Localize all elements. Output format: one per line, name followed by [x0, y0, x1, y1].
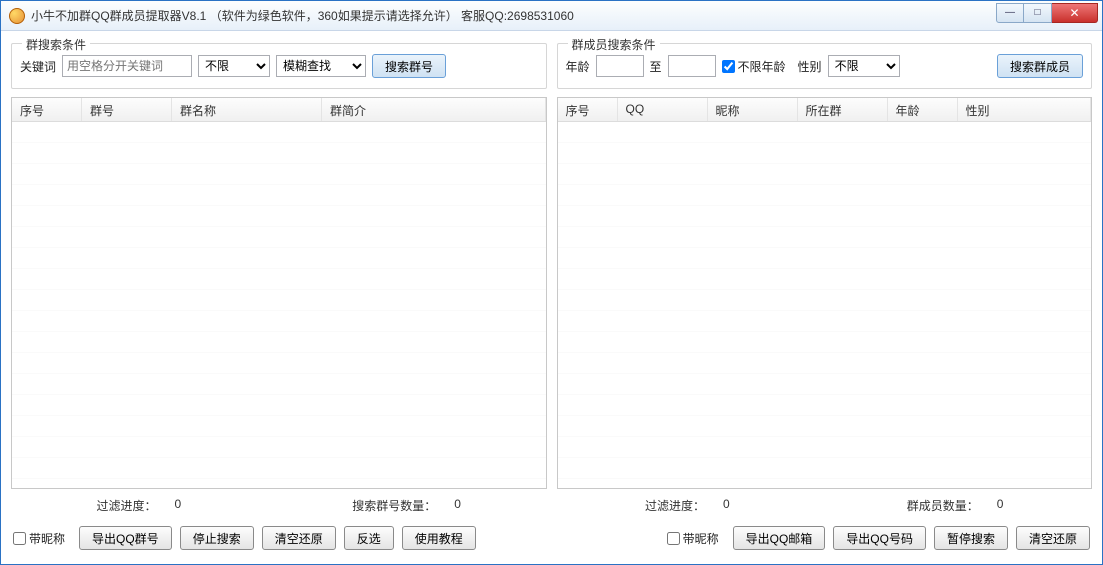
member-table-header: 序号 QQ 昵称 所在群 年龄 性别 [558, 98, 1092, 122]
group-count-label: 搜索群号数量： [352, 497, 436, 514]
group-table-header: 序号 群号 群名称 群简介 [12, 98, 546, 122]
close-button[interactable]: ✕ [1052, 3, 1098, 23]
right-bottom-row: 带昵称 导出QQ邮箱 导出QQ号码 暂停搜索 清空还原 [557, 522, 1093, 554]
limit-select[interactable]: 不限 [198, 55, 270, 77]
age-from-input[interactable] [596, 55, 644, 77]
pause-search-button[interactable]: 暂停搜索 [934, 526, 1008, 550]
window-title: 小牛不加群QQ群成员提取器V8.1 （软件为绿色软件，360如果提示请选择允许）… [31, 7, 996, 24]
search-group-button[interactable]: 搜索群号 [372, 54, 446, 78]
left-nick-checkbox[interactable] [13, 532, 26, 545]
left-bottom-row: 带昵称 导出QQ群号 停止搜索 清空还原 反选 使用教程 [11, 522, 547, 554]
group-count-value: 0 [454, 497, 461, 514]
maximize-button[interactable]: □ [1024, 3, 1052, 23]
right-panel: 群成员搜索条件 年龄 至 不限年龄 性别 不限 搜索群成员 序号 QQ 昵称 [557, 37, 1093, 554]
mcol-age[interactable]: 年龄 [888, 98, 958, 121]
age-label: 年龄 [566, 58, 590, 75]
col-index[interactable]: 序号 [12, 98, 82, 121]
titlebar[interactable]: 小牛不加群QQ群成员提取器V8.1 （软件为绿色软件，360如果提示请选择允许）… [1, 1, 1102, 31]
export-qq-button[interactable]: 导出QQ号码 [833, 526, 926, 550]
member-table-body[interactable] [558, 122, 1092, 488]
right-nick-checkbox[interactable] [667, 532, 680, 545]
export-mail-button[interactable]: 导出QQ邮箱 [733, 526, 826, 550]
invert-select-button[interactable]: 反选 [344, 526, 394, 550]
unlimited-age-checkbox[interactable] [722, 60, 735, 73]
gender-label: 性别 [798, 58, 822, 75]
export-group-button[interactable]: 导出QQ群号 [79, 526, 172, 550]
group-table[interactable]: 序号 群号 群名称 群简介 [11, 97, 547, 489]
stop-search-button[interactable]: 停止搜索 [180, 526, 254, 550]
age-to-label: 至 [650, 58, 662, 75]
search-member-button[interactable]: 搜索群成员 [997, 54, 1083, 78]
col-groupdesc[interactable]: 群简介 [322, 98, 546, 121]
right-nick-check[interactable]: 带昵称 [667, 530, 719, 547]
mcol-index[interactable]: 序号 [558, 98, 618, 121]
member-filter-label: 过滤进度： [645, 497, 705, 514]
member-count-value: 0 [997, 497, 1004, 514]
mcol-group[interactable]: 所在群 [798, 98, 888, 121]
tutorial-button[interactable]: 使用教程 [402, 526, 476, 550]
unlimited-age-check[interactable]: 不限年龄 [722, 58, 786, 75]
filter-progress-label: 过滤进度： [97, 497, 157, 514]
right-status: 过滤进度： 0 群成员数量： 0 [557, 489, 1093, 522]
member-search-title: 群成员搜索条件 [568, 36, 660, 53]
minimize-button[interactable]: ― [996, 3, 1024, 23]
left-status: 过滤进度： 0 搜索群号数量： 0 [11, 489, 547, 522]
app-window: 小牛不加群QQ群成员提取器V8.1 （软件为绿色软件，360如果提示请选择允许）… [0, 0, 1103, 565]
group-search-box: 群搜索条件 关键词 不限 模糊查找 搜索群号 [11, 43, 547, 89]
group-table-body[interactable] [12, 122, 546, 488]
clear-right-button[interactable]: 清空还原 [1016, 526, 1090, 550]
clear-left-button[interactable]: 清空还原 [262, 526, 336, 550]
mcol-qq[interactable]: QQ [618, 98, 708, 121]
window-controls: ― □ ✕ [996, 3, 1098, 23]
mcol-gender[interactable]: 性别 [958, 98, 1092, 121]
keyword-input[interactable] [62, 55, 192, 77]
left-panel: 群搜索条件 关键词 不限 模糊查找 搜索群号 序号 群号 群名称 群简介 过滤进… [11, 37, 547, 554]
keyword-label: 关键词 [20, 58, 56, 75]
client-area: 群搜索条件 关键词 不限 模糊查找 搜索群号 序号 群号 群名称 群简介 过滤进… [1, 31, 1102, 564]
age-to-input[interactable] [668, 55, 716, 77]
member-count-label: 群成员数量： [907, 497, 979, 514]
left-nick-check[interactable]: 带昵称 [13, 530, 65, 547]
group-search-title: 群搜索条件 [22, 36, 90, 53]
gender-select[interactable]: 不限 [828, 55, 900, 77]
filter-progress-value: 0 [175, 497, 182, 514]
col-groupid[interactable]: 群号 [82, 98, 172, 121]
match-select[interactable]: 模糊查找 [276, 55, 366, 77]
member-table[interactable]: 序号 QQ 昵称 所在群 年龄 性别 [557, 97, 1093, 489]
col-groupname[interactable]: 群名称 [172, 98, 322, 121]
member-search-box: 群成员搜索条件 年龄 至 不限年龄 性别 不限 搜索群成员 [557, 43, 1093, 89]
member-filter-value: 0 [723, 497, 730, 514]
mcol-nick[interactable]: 昵称 [708, 98, 798, 121]
app-icon [9, 8, 25, 24]
